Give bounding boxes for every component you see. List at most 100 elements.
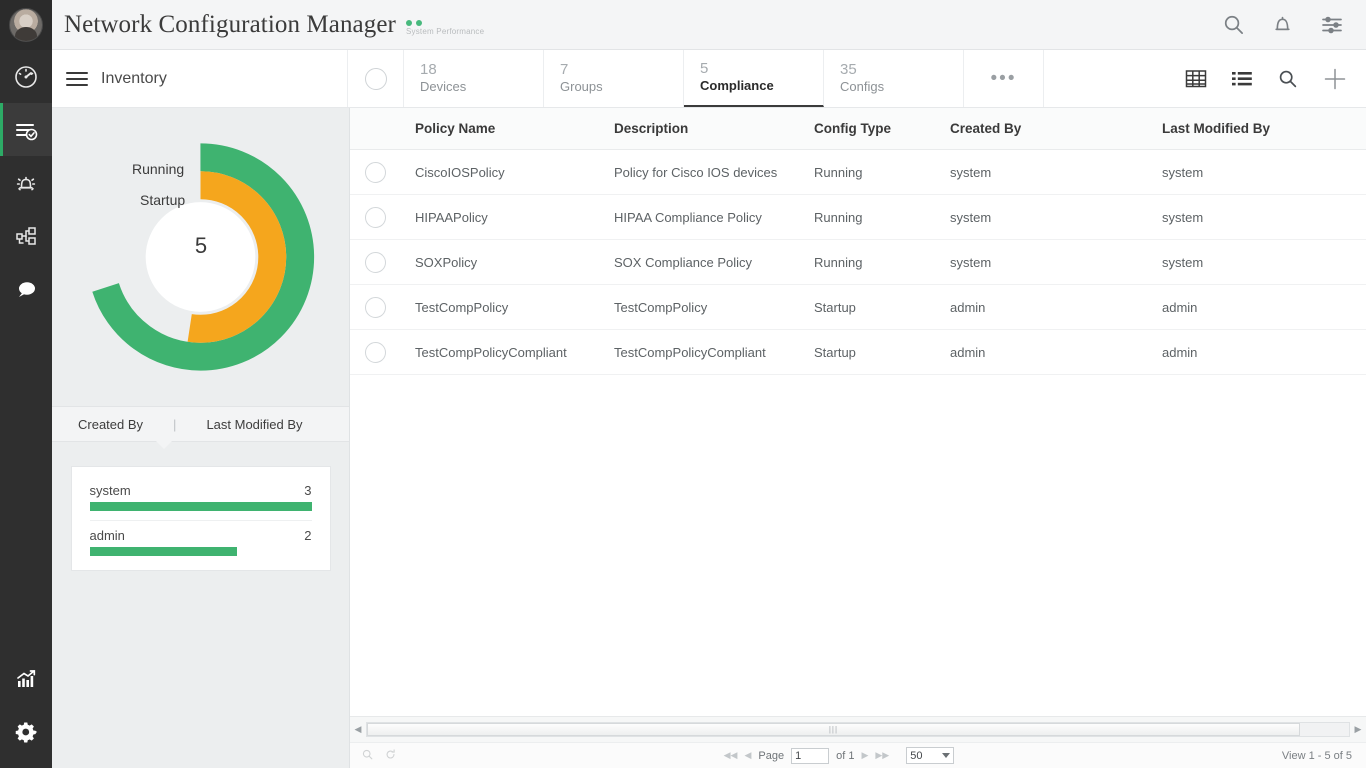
app-root: Network Configuration Manager System Per… xyxy=(0,0,1366,768)
scrollbar-thumb[interactable]: ||| xyxy=(367,723,1300,736)
first-page-icon[interactable]: ◀◀ xyxy=(724,750,738,761)
search-icon[interactable] xyxy=(1222,13,1245,36)
alarms-bell-icon xyxy=(13,170,39,196)
notifications-bell-icon[interactable] xyxy=(1271,13,1294,36)
devices-count: 18 xyxy=(420,61,543,80)
list-view-icon[interactable] xyxy=(1231,69,1253,89)
scrollbar-track[interactable]: ||| xyxy=(366,722,1350,737)
scroll-left-arrow-icon[interactable]: ◀ xyxy=(350,724,366,735)
row-select-radio[interactable] xyxy=(365,207,386,228)
cell-description: TestCompPolicyCompliant xyxy=(614,345,814,360)
inventory-menu-button[interactable]: Inventory xyxy=(52,50,348,107)
sidebar-item-reports[interactable] xyxy=(0,652,52,705)
bar-label: admin xyxy=(90,528,125,543)
refresh-icon[interactable] xyxy=(385,749,396,763)
sidebar-item-inventory[interactable] xyxy=(0,103,52,156)
row-select-radio[interactable] xyxy=(365,297,386,318)
sidebar-item-alarms[interactable] xyxy=(0,156,52,209)
created-by-bar-chart: system 3 admin 2 xyxy=(71,466,331,571)
compliance-count: 5 xyxy=(700,60,823,79)
table-row[interactable]: SOXPolicy SOX Compliance Policy Running … xyxy=(350,240,1366,285)
config-type-donut-chart: 5 Running Startup xyxy=(52,108,349,406)
column-header-created-by[interactable]: Created By xyxy=(950,121,1162,136)
next-page-icon[interactable]: ▶ xyxy=(861,750,868,761)
sidebar-item-settings[interactable] xyxy=(0,705,52,758)
active-tab-caret-icon xyxy=(156,441,172,449)
record-range-label: View 1 - 5 of 5 xyxy=(1282,750,1366,762)
horizontal-scrollbar[interactable]: ◀ ||| ▶ xyxy=(350,716,1366,742)
inventory-checklist-icon xyxy=(13,117,39,143)
cell-created-by: admin xyxy=(950,345,1162,360)
more-tabs-button[interactable]: ••• xyxy=(964,50,1044,107)
perf-dot xyxy=(406,20,412,26)
table-row[interactable]: CiscoIOSPolicy Policy for Cisco IOS devi… xyxy=(350,150,1366,195)
row-select-radio[interactable] xyxy=(365,252,386,273)
cell-description: TestCompPolicy xyxy=(614,300,814,315)
column-header-config-type[interactable]: Config Type xyxy=(814,121,950,136)
configs-label: Configs xyxy=(840,79,963,96)
cell-policy-name: HIPAAPolicy xyxy=(400,210,614,225)
module-toolbar: Inventory 18 Devices 7 Groups 5 Complian… xyxy=(52,50,1366,108)
cell-config-type: Running xyxy=(814,165,950,180)
scrollbar-grip-icon: ||| xyxy=(829,725,838,734)
tab-last-modified-by[interactable]: Last Modified By xyxy=(206,417,302,432)
module-actions xyxy=(1185,50,1366,107)
donut-label-startup: Startup xyxy=(140,192,185,208)
sidebar-item-chat[interactable] xyxy=(0,262,52,315)
avatar-container[interactable] xyxy=(0,0,52,50)
settings-gear-icon xyxy=(13,719,39,745)
row-select-cell xyxy=(350,342,400,363)
page-number-input[interactable] xyxy=(791,748,829,764)
devices-label: Devices xyxy=(420,79,543,96)
cell-last-modified-by: system xyxy=(1162,165,1362,180)
compliance-policy-table: Policy Name Description Config Type Crea… xyxy=(350,108,1366,716)
tab-created-by[interactable]: Created By xyxy=(78,417,143,432)
tab-groups[interactable]: 7 Groups xyxy=(544,50,684,107)
column-header-last-modified-by[interactable]: Last Modified By xyxy=(1162,121,1362,136)
prev-page-icon[interactable]: ◀ xyxy=(744,750,751,761)
cell-last-modified-by: system xyxy=(1162,210,1362,225)
table-search-icon[interactable] xyxy=(362,749,373,763)
tab-configs[interactable]: 35 Configs xyxy=(824,50,964,107)
settings-sliders-icon[interactable] xyxy=(1320,14,1344,36)
user-avatar[interactable] xyxy=(9,8,43,42)
cell-created-by: system xyxy=(950,165,1162,180)
bar-track xyxy=(90,547,312,556)
dashboard-gauge-icon xyxy=(13,64,39,90)
select-all-radio[interactable] xyxy=(365,68,387,90)
table-header-row: Policy Name Description Config Type Crea… xyxy=(350,108,1366,150)
bar-label: system xyxy=(90,483,131,498)
column-header-description[interactable]: Description xyxy=(614,121,814,136)
row-select-radio[interactable] xyxy=(365,162,386,183)
tab-compliance[interactable]: 5 Compliance xyxy=(684,50,824,107)
pagination-bar: ◀◀ ◀ Page of 1 ▶ ▶▶ 50 View 1 - 5 of 5 xyxy=(350,742,1366,768)
cell-policy-name: TestCompPolicy xyxy=(400,300,614,315)
top-header: Network Configuration Manager System Per… xyxy=(52,0,1366,50)
tab-devices[interactable]: 18 Devices xyxy=(404,50,544,107)
column-header-policy-name[interactable]: Policy Name xyxy=(400,121,614,136)
page-size-select[interactable]: 50 xyxy=(906,747,954,764)
table-row[interactable]: TestCompPolicy TestCompPolicy Startup ad… xyxy=(350,285,1366,330)
reports-chart-icon xyxy=(13,666,39,692)
system-performance-indicator[interactable]: System Performance xyxy=(406,20,484,36)
sidebar-item-topology[interactable] xyxy=(0,209,52,262)
search-icon[interactable] xyxy=(1277,68,1298,89)
grid-view-icon[interactable] xyxy=(1185,69,1207,89)
bar-item-system: system 3 xyxy=(90,483,312,511)
cell-policy-name: CiscoIOSPolicy xyxy=(400,165,614,180)
row-select-cell xyxy=(350,162,400,183)
module-title: Inventory xyxy=(101,70,167,88)
table-row[interactable]: HIPAAPolicy HIPAA Compliance Policy Runn… xyxy=(350,195,1366,240)
last-page-icon[interactable]: ▶▶ xyxy=(875,750,889,761)
table-row[interactable]: TestCompPolicyCompliant TestCompPolicyCo… xyxy=(350,330,1366,375)
row-select-radio[interactable] xyxy=(365,342,386,363)
sidebar-item-dashboard[interactable] xyxy=(0,50,52,103)
rail-bottom-items xyxy=(0,652,52,768)
system-performance-label: System Performance xyxy=(406,27,484,36)
topology-network-icon xyxy=(13,223,39,249)
scroll-right-arrow-icon[interactable]: ▶ xyxy=(1350,724,1366,735)
add-icon[interactable] xyxy=(1322,66,1348,92)
donut-center-value: 5 xyxy=(195,233,207,259)
cell-config-type: Running xyxy=(814,255,950,270)
hamburger-menu-icon[interactable] xyxy=(66,72,88,86)
